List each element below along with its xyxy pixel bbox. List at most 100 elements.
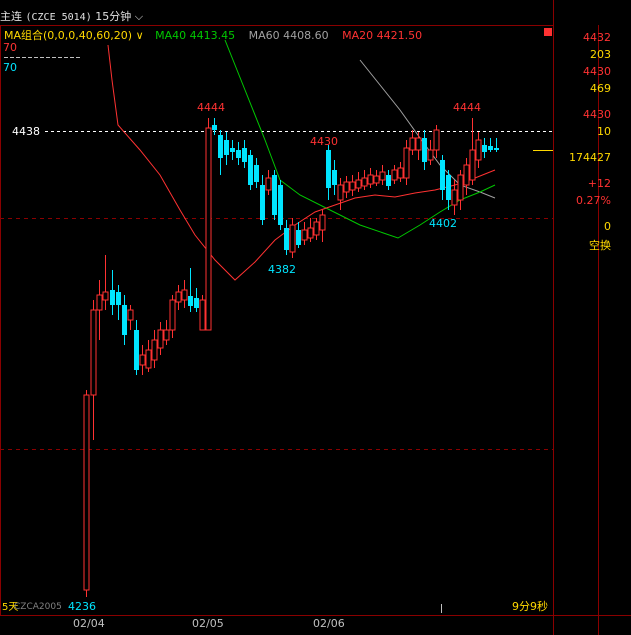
candle-body <box>212 125 217 130</box>
ma-combo-label: MA组合(0,0,0,40,60,20) <box>4 29 133 42</box>
quote-r9: 0.27% <box>576 194 611 207</box>
candle-body <box>319 214 326 231</box>
candle-body <box>236 150 241 158</box>
corner-marker <box>544 28 552 36</box>
candle-body <box>134 330 139 370</box>
candlestick-chart[interactable] <box>0 0 631 635</box>
candle-body <box>415 137 422 151</box>
chevron-down-icon: ∨ <box>135 29 144 42</box>
candle-body <box>218 135 223 158</box>
candle-body <box>488 146 493 150</box>
ma60-value: MA60 4408.60 <box>248 29 329 42</box>
candle-body <box>205 127 212 331</box>
candle-body <box>157 329 164 349</box>
date-label: 02/06 <box>313 617 345 630</box>
quote-r2: 203 <box>590 48 611 61</box>
candle-body <box>116 292 121 305</box>
candle-body <box>242 148 247 162</box>
date-label: 02/05 <box>192 617 224 630</box>
candle-body <box>307 227 314 239</box>
candle-body <box>254 165 259 182</box>
quote-r1: 4432 <box>583 31 611 44</box>
candle-body <box>224 140 229 155</box>
left-axis-value-bottom: 70 <box>3 61 17 74</box>
candle-body <box>248 155 253 185</box>
candle-body <box>343 181 350 193</box>
candle-body <box>446 175 451 200</box>
contract-code-footer: CZCA2005 <box>14 602 62 612</box>
candle-body <box>272 175 277 215</box>
candle-body <box>188 296 193 306</box>
candle-body <box>440 160 445 190</box>
candle-body <box>397 167 404 179</box>
candle-body <box>169 299 176 331</box>
candle-body <box>379 171 386 181</box>
candle-body <box>110 290 115 305</box>
candle-body <box>199 299 206 331</box>
candle-body <box>403 147 410 179</box>
candle-body <box>482 145 487 152</box>
candle-body <box>332 170 337 185</box>
ma40-value: MA40 4413.45 <box>155 29 236 42</box>
ma20-line <box>107 44 496 281</box>
chart-title-bar: 主连 (CZCE 5014) 15分钟 ⌵ <box>0 8 143 24</box>
left-axis-value-top: 70 <box>3 41 17 54</box>
quote-r10: 0 <box>604 220 611 233</box>
quote-r8: +12 <box>587 177 611 190</box>
candle-body <box>145 349 152 369</box>
candle-body <box>475 139 482 161</box>
candle-body <box>260 185 265 220</box>
candle-body <box>139 354 146 366</box>
candle-body <box>284 228 289 250</box>
quote-r4: 469 <box>590 82 611 95</box>
ma-legend: MA组合(0,0,0,40,60,20) ∨ MA40 4413.45 MA60… <box>4 27 422 43</box>
candle-body <box>175 291 182 303</box>
candle-body <box>96 294 103 311</box>
low-label-2: 4402 <box>429 217 457 230</box>
candle-body <box>457 174 464 201</box>
high-label-2: 4444 <box>453 101 481 114</box>
candle-body <box>373 175 380 184</box>
candle-body <box>278 185 283 225</box>
quote-panel: 4432 203 4430 469 4430 10 174427 +12 0.2… <box>556 0 631 635</box>
candle-body <box>296 230 301 245</box>
candle-body <box>122 305 127 335</box>
low-label-1: 4382 <box>268 263 296 276</box>
candle-body <box>367 174 374 185</box>
candle-body <box>451 189 458 206</box>
candle-body <box>289 224 296 253</box>
candle-body <box>326 150 331 188</box>
candle-body <box>422 138 427 162</box>
candle-body <box>181 289 188 301</box>
candle-body <box>230 148 235 152</box>
date-label: 02/04 <box>73 617 105 630</box>
contract-title: 主连 <box>0 10 22 23</box>
candle-body <box>313 221 320 236</box>
candle-body <box>391 169 398 181</box>
ma-combo-selector[interactable]: MA组合(0,0,0,40,60,20) ∨ <box>4 29 144 42</box>
candle-body <box>194 298 199 308</box>
ma20-value: MA20 4421.50 <box>342 29 423 42</box>
quote-r3: 4430 <box>583 65 611 78</box>
candle-body <box>409 137 416 151</box>
high-label-1: 4444 <box>197 101 225 114</box>
candle-body <box>469 149 476 181</box>
period-label: 15分钟 <box>95 10 132 23</box>
candle-body <box>349 181 356 191</box>
candle-body <box>102 291 109 301</box>
candle-body <box>163 329 170 341</box>
quote-r6: 10 <box>597 125 611 138</box>
candle-body <box>265 177 272 191</box>
candle-body <box>386 175 391 186</box>
candle-body <box>494 148 499 150</box>
chart-frame <box>0 25 554 616</box>
candle-body <box>361 177 368 187</box>
quote-r5: 4430 <box>583 108 611 121</box>
candle-body <box>301 229 308 241</box>
reference-price-label: 4438 <box>12 125 40 138</box>
quote-r11: 空换 <box>589 239 611 252</box>
candle-body <box>433 129 440 151</box>
candle-body <box>127 309 134 321</box>
candle-body <box>90 309 97 396</box>
period-selector[interactable]: 15分钟 ⌵ <box>95 10 143 23</box>
